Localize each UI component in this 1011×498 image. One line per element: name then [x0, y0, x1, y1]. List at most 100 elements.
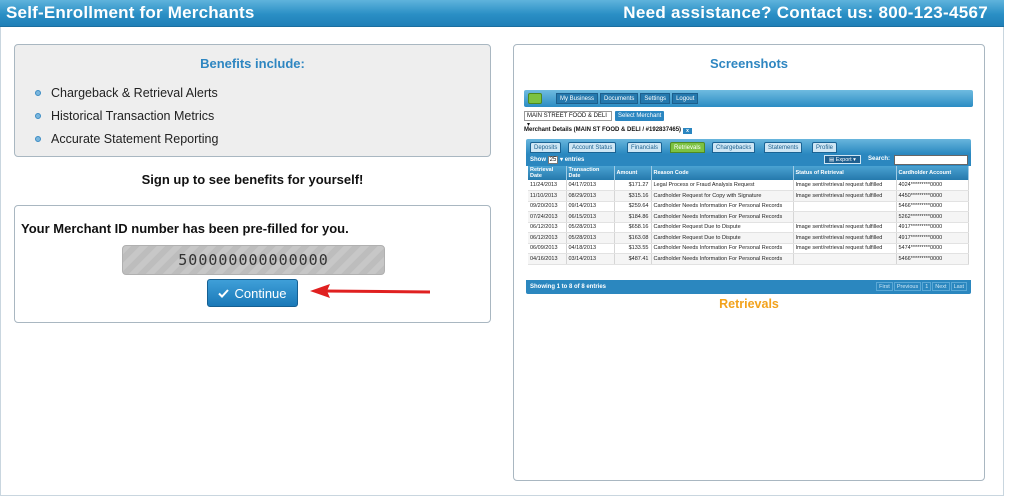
red-arrow-icon [310, 284, 431, 298]
table-cell: $658.16 [614, 222, 652, 233]
table-cell: 5262*********0000 [896, 211, 969, 223]
table-cell: 05/28/2013 [566, 222, 615, 233]
mini-pager-item: Next [932, 282, 950, 291]
bullet-icon [35, 136, 41, 142]
mini-tab: Account Status [568, 142, 617, 153]
mini-search-label: Search: [868, 156, 891, 162]
page-title: Self-Enrollment for Merchants [6, 3, 255, 22]
mini-tab-active: Retrievals [670, 142, 705, 153]
table-cell: Image sent/retrieval request fulfilled [793, 190, 897, 202]
table-cell: 4450*********0000 [896, 190, 969, 202]
table-cell: 06/15/2013 [566, 211, 615, 223]
column-header: Cardholder Account [896, 166, 969, 180]
benefit-label: Historical Transaction Metrics [51, 109, 215, 123]
mini-merchant-select-value: MAIN STREET FOOD & DELI [527, 113, 607, 119]
benefits-panel: Benefits include: Chargeback & Retrieval… [14, 44, 491, 157]
mini-table-toolbar: Show 25 ▾ entries ▤ Export ▾ Search: [526, 154, 971, 166]
merchant-id-panel: Your Merchant ID number has been pre-fil… [14, 205, 491, 323]
table-cell: $259.64 [614, 201, 652, 212]
table-cell: 5474*********0000 [896, 243, 969, 254]
benefit-label: Chargeback & Retrieval Alerts [51, 86, 218, 100]
table-cell: Image sent/retrieval request fulfilled [793, 232, 897, 244]
table-cell: 08/29/2013 [566, 190, 615, 202]
table-cell: Cardholder Request for Copy with Signatu… [651, 190, 794, 202]
table-row: 04/16/2013 03/14/2013 $487.41 Cardholder Ne… [528, 253, 969, 265]
table-cell: 06/09/2013 [528, 243, 567, 254]
mini-tabs: Deposits Account Status Financials Retri… [526, 139, 971, 154]
table-cell: 11/24/2013 [528, 180, 567, 191]
mini-tab: Deposits [530, 142, 562, 153]
merchant-id-input[interactable] [123, 246, 384, 274]
table-cell: Image sent/retrieval request fulfilled [793, 222, 897, 233]
mini-search-box [894, 155, 968, 165]
table-cell: $163.08 [614, 232, 652, 244]
mini-pager: First Previous 1 Next Last [876, 282, 967, 291]
mini-nav-item: Documents [600, 93, 639, 104]
table-cell: 06/12/2013 [528, 232, 567, 244]
table-row: 06/09/2013 04/18/2013 $133.55 Cardholder Ne… [528, 243, 969, 254]
continue-label: Continue [234, 285, 287, 301]
benefits-list: Chargeback & Retrieval Alerts Historical… [35, 85, 218, 154]
mini-tab: Financials [627, 142, 663, 153]
table-cell: 4024*********0000 [896, 180, 969, 191]
table-cell: 5466*********0000 [896, 253, 969, 265]
mini-tab: Chargebacks [712, 142, 756, 153]
table-cell: Cardholder Needs Information For Persona… [651, 201, 794, 212]
list-item: Accurate Statement Reporting [35, 131, 218, 154]
header-bar: Self-Enrollment for Merchants Need assis… [0, 0, 1004, 27]
mini-entries-info: Showing 1 to 8 of 8 entries [530, 284, 607, 290]
table-cell: Cardholder Request Due to Dispute [651, 222, 794, 233]
table-cell: 03/14/2013 [566, 253, 615, 265]
mini-nav-item: Logout [672, 93, 699, 104]
table-cell [793, 253, 897, 265]
table-cell: Cardholder Needs Information For Persona… [651, 253, 794, 265]
table-cell [793, 201, 897, 212]
column-header: Transaction Date [566, 166, 615, 180]
table-cell: 05/28/2013 [566, 232, 615, 244]
mini-table-footer: Showing 1 to 8 of 8 entries First Previo… [526, 280, 971, 294]
mini-pager-item: Last [950, 282, 967, 291]
mini-tab: Profile [812, 142, 838, 153]
checkmark-icon [218, 288, 230, 298]
benefits-heading: Benefits include: [200, 56, 305, 71]
table-cell: 07/24/2013 [528, 211, 567, 223]
mini-export-button: ▤ Export ▾ [824, 155, 861, 164]
mini-topbar: My Business Documents Settings Logout [524, 90, 973, 107]
mini-merchant-select: MAIN STREET FOOD & DELI ▾ [524, 111, 612, 128]
mini-pager-item: 1 [922, 282, 932, 291]
mini-entries-label: entries [564, 157, 585, 163]
mini-tab: Statements [764, 142, 803, 153]
table-cell: $133.55 [614, 243, 652, 254]
bullet-icon [35, 113, 41, 119]
table-cell: 4917*********0000 [896, 232, 969, 244]
mini-table-body: 11/24/2013 04/17/2013 $171.27 Legal Process… [528, 180, 969, 265]
table-row: 11/10/2013 08/29/2013 $315.16 Cardholder Re… [528, 190, 969, 202]
mini-pager-item: First [876, 282, 893, 291]
merchant-id-field [122, 245, 385, 275]
table-cell: 09/14/2013 [566, 201, 615, 212]
mini-details-text: Merchant Details (MAIN ST FOOD & DELI / … [524, 127, 682, 133]
mini-select-merchant-button: Select Merchant [615, 111, 665, 121]
table-cell: 4917*********0000 [896, 222, 969, 233]
table-cell: Image sent/retrieval request fulfilled [793, 180, 897, 191]
assistance-contact: Need assistance? Contact us: 800-123-456… [623, 3, 988, 22]
table-cell: Cardholder Needs Information For Persona… [651, 243, 794, 254]
table-cell: 04/17/2013 [566, 180, 615, 191]
table-cell: Cardholder Request Due to Dispute [651, 232, 794, 244]
screenshot-caption: Retrievals [719, 297, 779, 311]
table-cell [793, 211, 897, 223]
table-header-row: Retrieval Date Transaction Date Amount R… [528, 166, 969, 180]
mini-retrievals-table: Retrieval Date Transaction Date Amount R… [528, 166, 969, 265]
table-cell: Cardholder Needs Information For Persona… [651, 211, 794, 223]
table-cell: 09/20/2013 [528, 201, 567, 212]
screenshots-panel: Screenshots My Business Documents Settin… [513, 44, 985, 481]
column-header: Reason Code [651, 166, 794, 180]
screenshots-heading: Screenshots [709, 56, 789, 71]
mini-merchant-details: Merchant Details (MAIN ST FOOD & DELI / … [524, 127, 693, 134]
column-header: Amount [614, 166, 652, 180]
table-row: 09/20/2013 09/14/2013 $259.64 Cardholder Ne… [528, 201, 969, 212]
continue-button[interactable]: Continue [207, 279, 298, 307]
table-cell: Legal Process or Fraud Analysis Request [651, 180, 794, 191]
list-item: Historical Transaction Metrics [35, 108, 218, 131]
bullet-icon [35, 90, 41, 96]
